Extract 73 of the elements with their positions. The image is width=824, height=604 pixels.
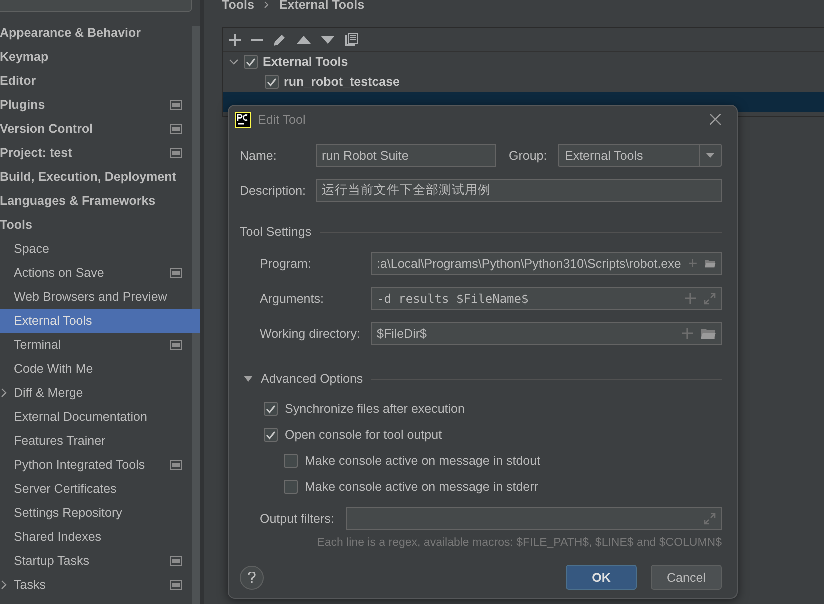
settings-nav-item[interactable]: Keymap (0, 45, 192, 69)
tree-item-label[interactable]: run_robot_testcase (284, 75, 400, 89)
dropdown-arrow-icon (706, 153, 715, 158)
field-label: Arguments: (260, 292, 325, 306)
settings-nav-item[interactable]: Actions on Save (0, 261, 192, 285)
settings-nav-item[interactable]: External Tools (0, 309, 200, 333)
add-icon[interactable] (229, 34, 241, 46)
settings-nav-item[interactable]: Version Control (0, 117, 192, 141)
app-logo-icon (235, 112, 251, 128)
description-field[interactable]: 运行当前文件下全部测试用例 (316, 179, 722, 202)
settings-nav-item[interactable]: Settings Repository (0, 501, 192, 525)
settings-nav-item[interactable]: Features Trainer (0, 429, 192, 453)
chevron-down-icon[interactable] (229, 59, 239, 65)
checkbox[interactable] (265, 75, 279, 89)
checkbox[interactable] (284, 454, 298, 468)
settings-nav-item[interactable]: Editor (0, 69, 192, 93)
settings-nav-item[interactable]: Appearance & Behavior (0, 21, 192, 45)
move-down-icon[interactable] (321, 36, 335, 44)
close-icon[interactable] (710, 114, 721, 125)
chevron-right-icon (264, 1, 270, 9)
settings-nav-item[interactable]: Tools (0, 213, 192, 237)
checkbox[interactable] (284, 480, 298, 494)
settings-nav-item[interactable]: Space (0, 237, 192, 261)
checkbox[interactable] (264, 402, 278, 416)
name-field[interactable]: run Robot Suite (316, 144, 496, 167)
option-label: Make console active on message in stdout (305, 454, 541, 468)
breadcrumb-item[interactable]: Tools (222, 0, 254, 12)
text-field[interactable]: :a\Local\Programs\Python\Python310\Scripts\robot.exe (371, 252, 722, 275)
settings-nav-item[interactable]: Diff & Merge (0, 381, 192, 405)
text-field[interactable]: $FileDir$ (371, 322, 722, 345)
field-label: Working directory: (260, 326, 362, 340)
field-label: Group: (508, 148, 548, 162)
cancel-button[interactable]: Cancel (651, 565, 722, 590)
field-label: Description: (240, 184, 307, 198)
help-icon[interactable] (240, 566, 264, 590)
output-filters-field[interactable] (346, 507, 722, 530)
settings-nav-item[interactable]: Server Certificates (0, 477, 192, 501)
settings-nav-item[interactable]: Startup Tasks (0, 549, 192, 573)
copy-icon[interactable] (345, 33, 358, 46)
checkbox[interactable] (244, 55, 258, 69)
field-label: Program: (260, 256, 312, 270)
settings-nav-item[interactable]: Tasks (0, 573, 192, 597)
settings-nav-item[interactable]: Languages & Frameworks (0, 189, 192, 213)
scrollbar[interactable] (192, 26, 200, 604)
settings-nav-item[interactable]: Python Integrated Tools (0, 453, 192, 477)
tree-item-label[interactable]: External Tools (263, 55, 348, 69)
field-label: Name: (240, 148, 278, 162)
settings-nav-item[interactable]: Build, Execution, Deployment (0, 165, 192, 189)
settings-nav-item[interactable]: Web Browsers and Preview (0, 285, 192, 309)
ok-button[interactable]: OK (566, 565, 637, 590)
move-up-icon[interactable] (297, 36, 311, 44)
settings-nav-item[interactable]: Project: test (0, 141, 192, 165)
section-title: Tool Settings (240, 225, 312, 239)
settings-nav-item[interactable]: External Documentation (0, 405, 192, 429)
settings-nav-item[interactable]: Shared Indexes (0, 525, 192, 549)
settings-nav-item[interactable]: Terminal (0, 333, 192, 357)
group-dropdown[interactable]: External Tools (558, 144, 722, 167)
folder-icon[interactable] (705, 258, 716, 270)
option-label: Synchronize files after execution (285, 402, 465, 416)
settings-nav-item[interactable]: Code With Me (0, 357, 192, 381)
dialog-title: Edit Tool (258, 112, 307, 126)
collapse-triangle-icon[interactable] (244, 376, 253, 382)
hint-text: Each line is a regex, available macros: $FILE_PATH$, $LINE$ and $COLUMN$ (317, 537, 722, 549)
field-label: Output filters: (260, 512, 336, 526)
option-label: Make console active on message in stderr (305, 480, 538, 494)
breadcrumb-item[interactable]: External Tools (279, 0, 365, 12)
folder-icon[interactable] (701, 328, 716, 340)
checkbox[interactable] (264, 428, 278, 442)
section-title: Advanced Options (261, 372, 364, 386)
search-field[interactable] (0, 0, 192, 12)
pencil-icon[interactable] (273, 32, 287, 46)
option-label: Open console for tool output (285, 428, 442, 442)
settings-nav-item[interactable]: Plugins (0, 93, 192, 117)
